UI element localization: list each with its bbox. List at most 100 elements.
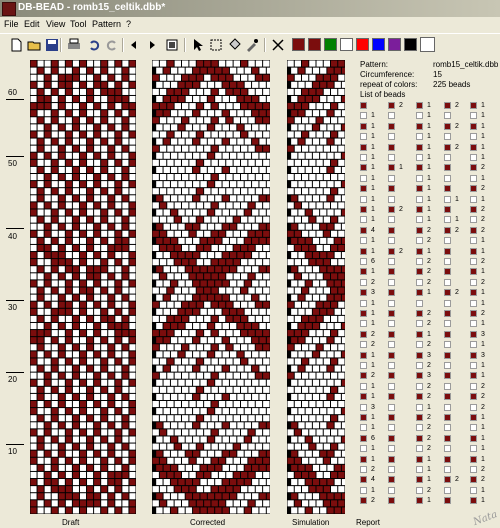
bead-cell [263, 500, 270, 507]
color-swatch-5[interactable] [356, 38, 369, 51]
bead-cell [259, 95, 266, 103]
preview-icon[interactable] [164, 37, 180, 53]
menu-file[interactable]: File [4, 19, 19, 29]
bead-cell [222, 124, 229, 131]
bead-cell [204, 60, 211, 67]
color-swatch-3[interactable] [324, 38, 337, 51]
bead-cell [218, 315, 226, 322]
bead-cell [65, 486, 72, 493]
bead-cell [302, 386, 309, 393]
arrow-right-icon[interactable] [144, 37, 160, 53]
bead-cell [37, 95, 44, 103]
undo-icon[interactable] [86, 37, 102, 53]
bead-cell [215, 408, 222, 415]
menu-help[interactable]: ? [126, 19, 131, 29]
bead-cell [338, 131, 345, 138]
bead-cell [237, 195, 244, 202]
menu-edit[interactable]: Edit [24, 19, 40, 29]
color-swatch-current[interactable] [420, 37, 435, 52]
bead-cell [122, 110, 129, 117]
bead-cell [331, 500, 338, 507]
bead-cell [211, 188, 218, 195]
bead-cell [94, 315, 101, 322]
bead-cell [167, 159, 174, 166]
bead-cell [58, 159, 65, 166]
bead-cell [204, 273, 211, 280]
bead-cell [320, 252, 327, 259]
bead-cell [327, 124, 334, 131]
bead-cell [252, 408, 259, 415]
bead-count: 1 [427, 455, 431, 463]
bead-cell [291, 322, 298, 330]
new-file-icon[interactable] [8, 37, 24, 53]
bead-cell [87, 202, 94, 209]
bead-cell [185, 422, 193, 429]
bead-cell [129, 159, 136, 166]
bead-cell [163, 138, 170, 145]
color-swatch-7[interactable] [388, 38, 401, 51]
bead-cell [72, 159, 79, 166]
bead-cell [65, 315, 72, 322]
fill-icon[interactable] [226, 37, 242, 53]
bead-cell [237, 464, 244, 471]
bead-cell [152, 415, 159, 422]
bead-cell [51, 429, 58, 436]
color-swatch-4[interactable] [340, 38, 353, 51]
bead-cell [255, 415, 263, 422]
bead-cell [302, 131, 309, 138]
bead-cell [287, 159, 294, 166]
corrected-grid[interactable] [152, 60, 270, 514]
bead-cell [215, 436, 222, 443]
pointer-icon[interactable] [190, 37, 206, 53]
bead-cell [51, 174, 58, 181]
erase-icon[interactable] [270, 37, 286, 53]
draft-grid[interactable] [30, 60, 136, 514]
bead-cell [30, 301, 37, 308]
bead-cell [94, 223, 101, 230]
redo-icon[interactable] [104, 37, 120, 53]
bead-cell [51, 344, 58, 351]
bead-cell [309, 372, 316, 379]
bead-cell [94, 479, 101, 486]
menu-view[interactable]: View [46, 19, 65, 29]
bead-swatch [360, 299, 367, 307]
bead-cell [334, 493, 341, 500]
bead-cell [312, 464, 320, 471]
bead-cell [305, 408, 312, 415]
select-rect-icon[interactable] [208, 37, 224, 53]
bead-cell [320, 266, 327, 273]
bead-cell [65, 252, 72, 259]
save-icon[interactable] [44, 37, 60, 53]
bead-cell [338, 301, 345, 308]
bead-cell [252, 181, 259, 188]
bead-cell [79, 117, 87, 124]
menu-tool[interactable]: Tool [70, 19, 87, 29]
bead-cell [338, 443, 345, 450]
bead-count: 1 [427, 216, 431, 224]
bead-cell [266, 507, 270, 514]
bead-cell [248, 103, 255, 110]
bead-cell [204, 471, 211, 479]
bead-cell [196, 244, 204, 252]
open-folder-icon[interactable] [26, 37, 42, 53]
bead-cell [327, 393, 334, 400]
bead-cell [65, 202, 72, 209]
bead-cell [229, 322, 237, 330]
bead-cell [72, 287, 79, 294]
menu-pattern[interactable]: Pattern [92, 19, 121, 29]
bead-cell [323, 259, 330, 266]
color-swatch-2[interactable] [308, 38, 321, 51]
color-swatch-6[interactable] [372, 38, 385, 51]
menu-bar: File Edit View Tool Pattern ? [0, 17, 500, 32]
print-icon[interactable] [66, 37, 82, 53]
arrow-left-icon[interactable] [126, 37, 142, 53]
color-swatch-1[interactable] [292, 38, 305, 51]
bead-cell [215, 464, 222, 471]
color-swatch-8[interactable] [404, 38, 417, 51]
bead-cell [298, 408, 305, 415]
eyedropper-icon[interactable] [244, 37, 260, 53]
bead-cell [263, 244, 270, 252]
bead-swatch [470, 195, 477, 203]
bead-cell [312, 195, 320, 202]
bead-cell [182, 88, 189, 95]
